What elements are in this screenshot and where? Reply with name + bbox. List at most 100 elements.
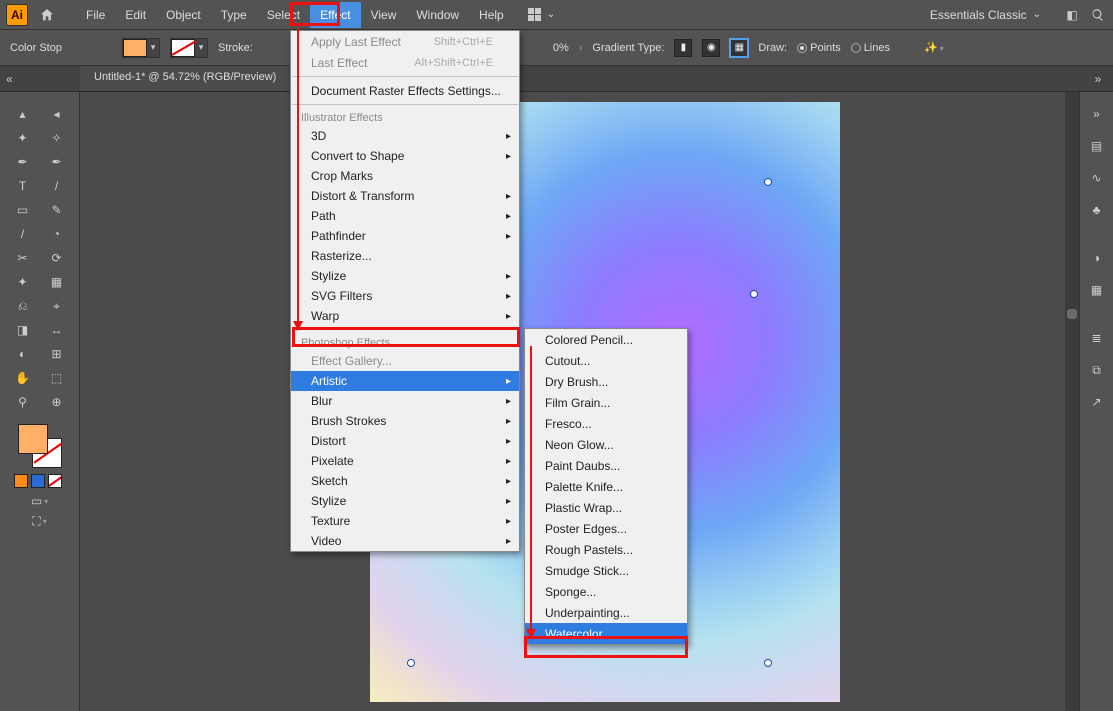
lasso-tool[interactable]: ✧ — [42, 126, 72, 150]
width-tool[interactable]: ▦ — [42, 270, 72, 294]
paintbrush-tool[interactable]: ✎ — [42, 198, 72, 222]
magic-wand-tool[interactable]: ✦ — [8, 126, 38, 150]
menu-item-fresco[interactable]: Fresco... — [525, 413, 687, 434]
artboard-tool[interactable]: ⊕ — [42, 390, 72, 414]
menu-item-smudge-stick[interactable]: Smudge Stick... — [525, 560, 687, 581]
mesh-tool[interactable]: ↔ — [42, 318, 72, 342]
menu-item-distort-transform[interactable]: Distort & Transform▸ — [291, 186, 519, 206]
arrange-documents-icon[interactable] — [528, 8, 541, 21]
menu-item-watercolor[interactable]: Watercolor... — [525, 623, 687, 644]
menu-select[interactable]: Select — [257, 2, 310, 28]
menu-item-neon-glow[interactable]: Neon Glow... — [525, 434, 687, 455]
menu-item-film-grain[interactable]: Film Grain... — [525, 392, 687, 413]
shaper-tool[interactable]: ◔ — [42, 222, 72, 246]
home-icon[interactable] — [36, 4, 58, 26]
pen-tool[interactable]: ✒ — [8, 150, 38, 174]
arrange-documents-caret[interactable]: ⌄ — [547, 9, 555, 20]
menu-effect[interactable]: Effect — [310, 2, 360, 28]
menu-item-effect-gallery[interactable]: Effect Gallery... — [291, 351, 519, 371]
menu-item-apply-last-effect[interactable]: Apply Last Effect Shift+Ctrl+E — [291, 31, 519, 52]
menu-type[interactable]: Type — [211, 2, 257, 28]
menu-item-convert-to-shape[interactable]: Convert to Shape▸ — [291, 146, 519, 166]
scale-tool[interactable]: ✦ — [8, 270, 38, 294]
column-graph-tool[interactable]: ⚲ — [8, 390, 38, 414]
curvature-tool[interactable]: ✒ — [42, 150, 72, 174]
opacity-value[interactable]: 0% — [553, 42, 569, 54]
draw-points-radio[interactable]: Points — [797, 42, 841, 54]
color-mode-gradient-icon[interactable] — [31, 474, 45, 488]
layers-icon[interactable]: ≣ — [1085, 326, 1109, 350]
menu-item-crop-marks[interactable]: Crop Marks — [291, 166, 519, 186]
links-icon[interactable]: ⧉ — [1085, 358, 1109, 382]
screen-mode-row[interactable]: ⛶▾ — [32, 514, 46, 529]
line-segment-tool[interactable]: / — [42, 174, 72, 198]
draw-lines-radio[interactable]: Lines — [851, 42, 890, 54]
shape-builder-tool[interactable]: ⌖ — [42, 294, 72, 318]
menu-help[interactable]: Help — [469, 2, 514, 28]
swatches-icon[interactable]: ▦ — [1085, 278, 1109, 302]
menu-object[interactable]: Object — [156, 2, 211, 28]
menu-item-underpainting[interactable]: Underpainting... — [525, 602, 687, 623]
menu-item-poster-edges[interactable]: Poster Edges... — [525, 518, 687, 539]
perspective-grid-tool[interactable]: ◨ — [8, 318, 38, 342]
direct-selection-tool[interactable]: ◂ — [42, 102, 72, 126]
drawing-mode-row[interactable]: ▭▾ — [31, 494, 48, 508]
expand-panels-icon[interactable]: » — [1085, 102, 1109, 126]
pencil-tool[interactable]: / — [8, 222, 38, 246]
menu-item-stylize[interactable]: Stylize▸ — [291, 491, 519, 511]
symbols-icon[interactable]: ♣ — [1085, 198, 1109, 222]
blend-tool[interactable]: ✋ — [8, 366, 38, 390]
recolor-artwork-icon[interactable]: ✨▾ — [924, 41, 944, 54]
stroke-swatch[interactable]: ▾ — [170, 38, 208, 58]
menu-item-colored-pencil[interactable]: Colored Pencil... — [525, 329, 687, 350]
tab-scroll-left-icon[interactable]: « — [0, 66, 80, 91]
gradient-color-stop[interactable] — [407, 659, 415, 667]
menu-item-distort[interactable]: Distort▸ — [291, 431, 519, 451]
selection-tool[interactable]: ▴ — [8, 102, 38, 126]
panel-toggle-icon[interactable]: ◧ — [1061, 8, 1083, 22]
menu-item-paint-daubs[interactable]: Paint Daubs... — [525, 455, 687, 476]
gradient-linear-icon[interactable]: ▮ — [674, 39, 692, 57]
vertical-scrollbar[interactable] — [1065, 92, 1079, 711]
color-mode-none-icon[interactable] — [48, 474, 62, 488]
fill-swatch[interactable]: ▾ — [122, 38, 160, 58]
rotate-tool[interactable]: ⟳ — [42, 246, 72, 270]
menu-item-rasterize[interactable]: Rasterize... — [291, 246, 519, 266]
menu-item-3d[interactable]: 3D▸ — [291, 126, 519, 146]
search-icon[interactable] — [1089, 8, 1107, 22]
menu-file[interactable]: File — [76, 2, 115, 28]
gradient-color-stop[interactable] — [764, 659, 772, 667]
rectangle-tool[interactable]: ▭ — [8, 198, 38, 222]
fill-stroke-swatches[interactable] — [18, 424, 62, 468]
eraser-tool[interactable]: ✂ — [8, 246, 38, 270]
menu-edit[interactable]: Edit — [115, 2, 156, 28]
menu-item-sketch[interactable]: Sketch▸ — [291, 471, 519, 491]
actions-icon[interactable]: ↗ — [1085, 390, 1109, 414]
menu-item-pixelate[interactable]: Pixelate▸ — [291, 451, 519, 471]
gradient-radial-icon[interactable]: ◉ — [702, 39, 720, 57]
gradient-color-stop[interactable] — [750, 290, 758, 298]
document-tab[interactable]: Untitled-1* @ 54.72% (RGB/Preview) — [80, 66, 291, 91]
gradient-color-stop[interactable] — [764, 178, 772, 186]
properties-icon[interactable]: ▤ — [1085, 134, 1109, 158]
menu-item-blur[interactable]: Blur▸ — [291, 391, 519, 411]
color-icon[interactable]: ◑ — [1085, 246, 1109, 270]
tab-scroll-right-icon[interactable]: » — [1083, 66, 1113, 91]
menu-item-path[interactable]: Path▸ — [291, 206, 519, 226]
menu-item-brush-strokes[interactable]: Brush Strokes▸ — [291, 411, 519, 431]
type-tool[interactable]: T — [8, 174, 38, 198]
gradient-freeform-icon[interactable]: ▦ — [730, 39, 748, 57]
menu-item-rough-pastels[interactable]: Rough Pastels... — [525, 539, 687, 560]
menu-item-raster-effects-settings[interactable]: Document Raster Effects Settings... — [291, 80, 519, 101]
menu-view[interactable]: View — [361, 2, 407, 28]
free-transform-tool[interactable]: ⎌ — [8, 294, 38, 318]
eyedropper-tool[interactable]: ⊞ — [42, 342, 72, 366]
symbol-sprayer-tool[interactable]: ⬚ — [42, 366, 72, 390]
menu-item-pathfinder[interactable]: Pathfinder▸ — [291, 226, 519, 246]
menu-item-last-effect[interactable]: Last Effect Alt+Shift+Ctrl+E — [291, 52, 519, 73]
menu-item-svg-filters[interactable]: SVG Filters▸ — [291, 286, 519, 306]
menu-item-sponge[interactable]: Sponge... — [525, 581, 687, 602]
menu-item-stylize[interactable]: Stylize▸ — [291, 266, 519, 286]
menu-item-cutout[interactable]: Cutout... — [525, 350, 687, 371]
menu-item-dry-brush[interactable]: Dry Brush... — [525, 371, 687, 392]
